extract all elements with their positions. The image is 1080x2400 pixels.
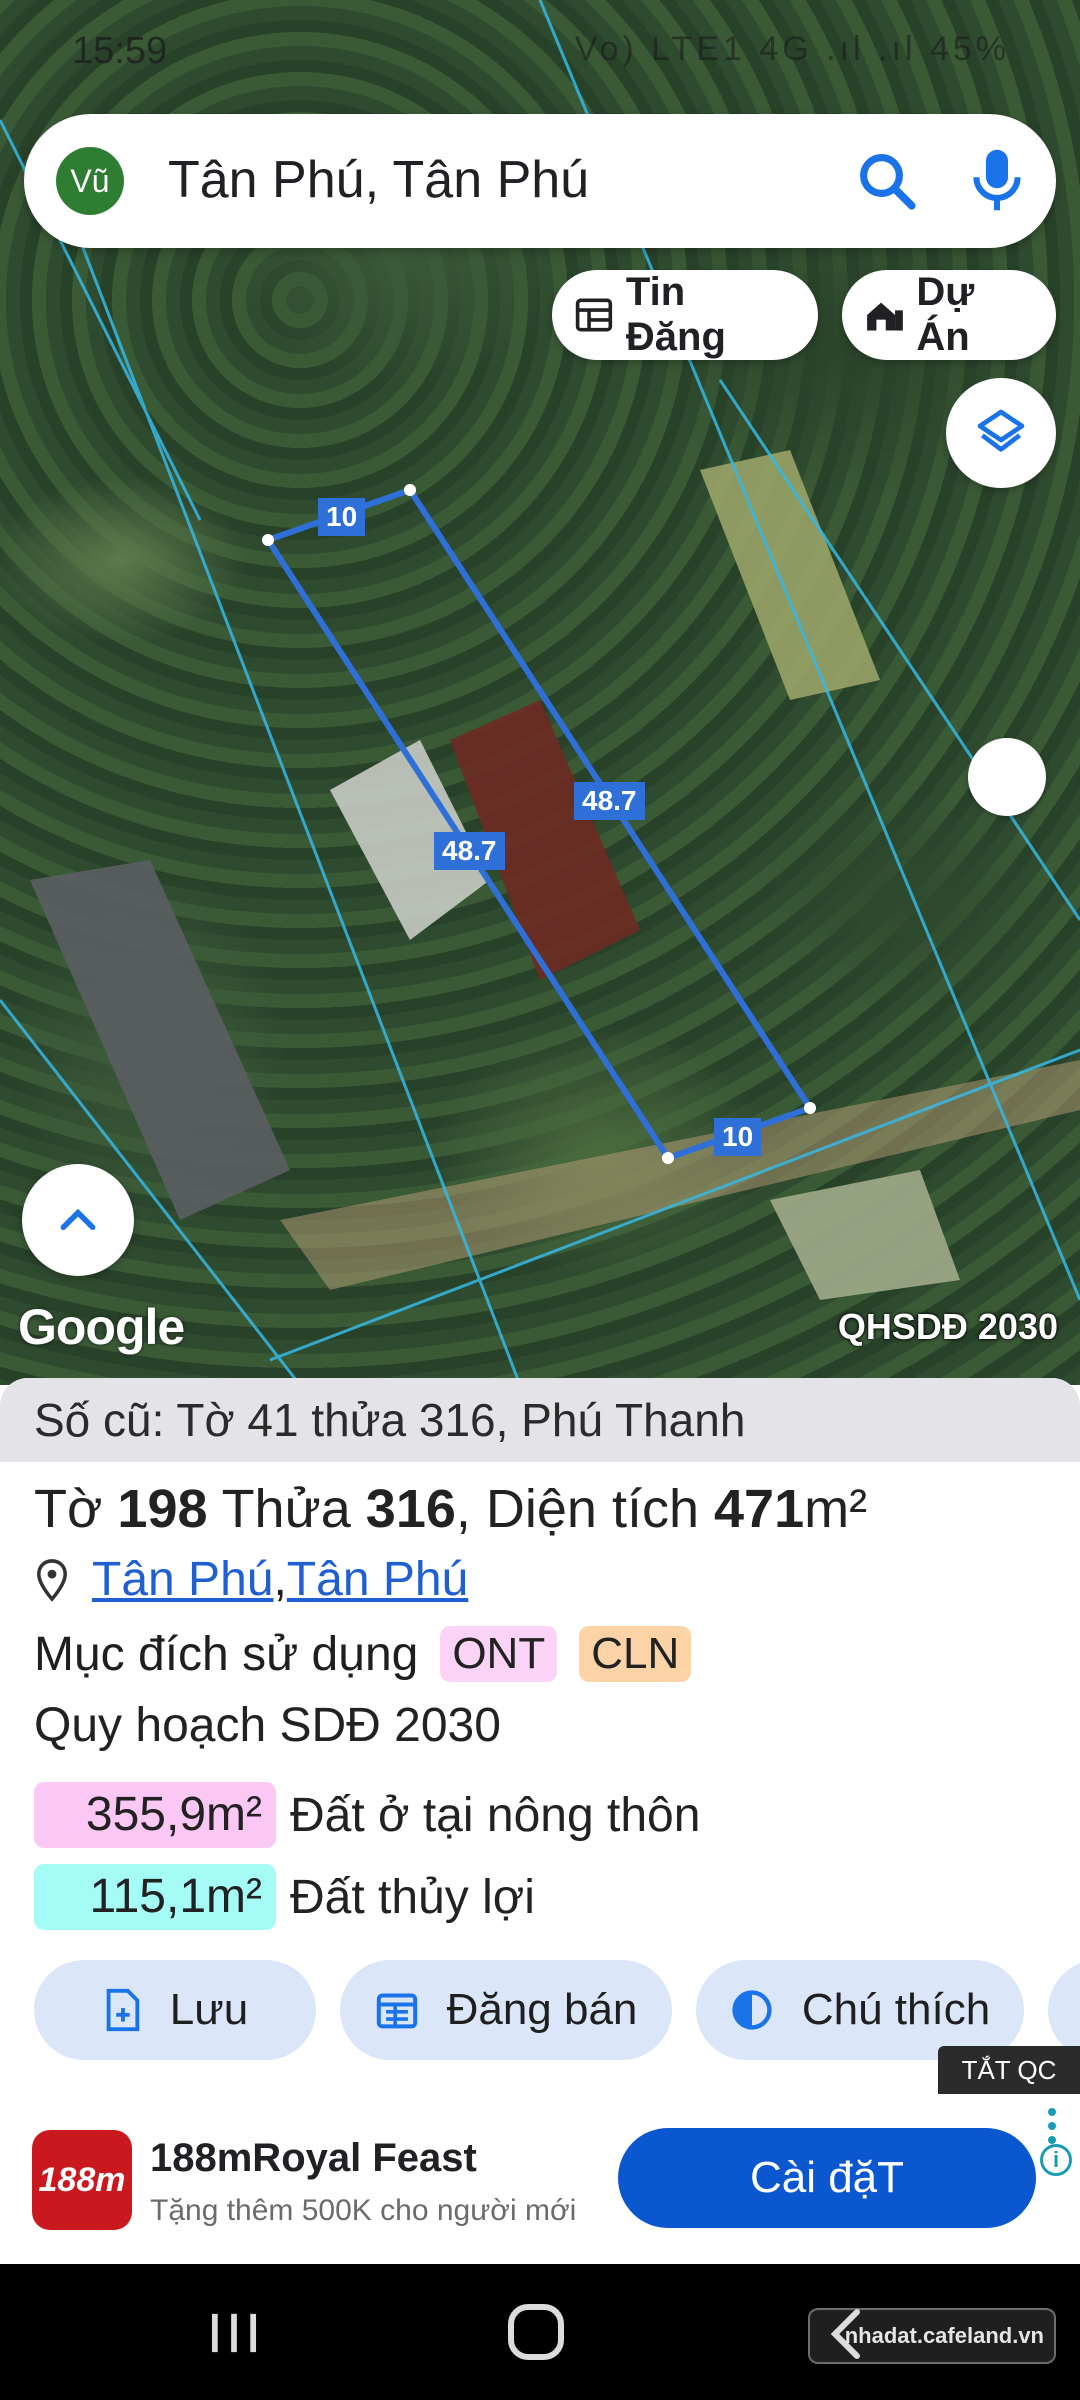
land-use-amount: 115,1m² [34,1864,276,1930]
dimension-label-right: 48.7 [574,782,645,820]
save-button[interactable]: Lưu [34,1960,316,2060]
parcel-summary: Tờ 198 Thửa 316, Diện tích 471m² [34,1478,867,1540]
ad-info-icon[interactable]: i [1040,2144,1072,2176]
to-label: Tờ [34,1479,103,1539]
du-an-label: Dự Án [916,270,975,359]
status-indicators: Vo) LTE1 4G .ıl .ıl 45% [574,30,1010,68]
map-side-handle[interactable] [968,738,1046,816]
purpose-tag-ont: ONT [440,1626,558,1682]
old-parcel-info: Số cũ: Tờ 41 thửa 316, Phú Thanh [0,1378,1080,1462]
to-number: 198 [117,1479,208,1539]
save-label: Lưu [169,1985,249,2034]
commune-link[interactable]: Tân Phú [92,1552,273,1607]
avatar[interactable]: Vũ [56,147,124,215]
dimension-label-bottom: 10 [714,1118,762,1156]
land-use-row: 355,9m² Đất ở tại nông thôn [34,1782,700,1848]
legend-label: Chú thích [801,1985,991,2034]
district-link[interactable]: Tân Phú [287,1552,468,1607]
land-use-label: Đất thủy lợi [290,1870,535,1924]
ad-title: 188mRoyal Feast [150,2136,477,2180]
land-purpose-line: Mục đích sử dụng ONT CLN [34,1626,692,1682]
status-bar: 15:59 Vo) LTE1 4G .ıl .ıl 45% [0,0,1080,100]
back-icon[interactable] [820,2306,870,2362]
chevron-up-icon [60,1208,96,1231]
hide-ads-button[interactable]: TẮT QC [938,2046,1080,2094]
plan-title: Quy hoạch SDĐ 2030 [34,1699,501,1752]
purpose-label: Mục đích sử dụng [34,1627,419,1681]
land-use-label: Đất ở tại nông thôn [290,1788,701,1842]
layers-button[interactable] [946,378,1056,488]
post-for-sale-button[interactable]: Đăng bán [340,1960,672,2060]
home-icon[interactable] [508,2304,564,2360]
ad-banner[interactable]: 188m 188mRoyal Feast Tặng thêm 500K cho … [0,2094,1080,2264]
tin-dang-chip[interactable]: Tin Đăng [552,270,818,360]
purpose-tag-cln: CLN [579,1626,692,1682]
roof-light [770,1170,960,1300]
area-value: 471 [714,1479,805,1539]
area-unit: m² [804,1479,868,1539]
more-action-button[interactable] [1048,1960,1080,2060]
location-line: Tân Phú, Tân Phú [34,1552,468,1607]
tin-dang-label: Tin Đăng [625,270,726,359]
location-separator: , [273,1553,287,1606]
legend-button[interactable]: Chú thích [696,1960,1024,2060]
status-time: 15:59 [72,30,168,72]
contrast-icon [732,1990,772,2030]
expand-up-button[interactable] [22,1164,134,1276]
ad-logo: 188m [32,2130,132,2230]
install-button[interactable]: Cài đặT [618,2128,1036,2228]
ad-subtitle: Tặng thêm 500K cho người mới [150,2194,577,2227]
satellite-map[interactable]: 10 48.7 48.7 10 15:59 Vo) LTE1 4G .ıl .ı… [0,0,1080,1385]
action-bar: Lưu Đăng bán Chú thích [34,1960,1080,2060]
recent-apps-icon[interactable] [206,2310,262,2356]
land-use-row: 115,1m² Đất thủy lợi [34,1864,535,1930]
search-icon[interactable] [854,148,920,214]
land-use-amount: 355,9m² [34,1782,276,1848]
system-nav-bar: nhadat.cafeland.vn [0,2264,1080,2400]
thua-label: Thửa [221,1479,351,1539]
location-pin-icon [37,1558,67,1602]
thua-number: 316 [365,1479,456,1539]
overlay-layer-label: QHSDĐ 2030 [837,1306,1058,1347]
du-an-chip[interactable]: Dự Án [842,270,1056,360]
parcel-info-sheet: Số cũ: Tờ 41 thửa 316, Phú Thanh Tờ 198 … [0,1378,1080,2094]
dimension-label-top: 10 [318,498,366,536]
area-label: , Diện tích [455,1479,699,1539]
layers-icon [977,409,1025,452]
mic-icon[interactable] [964,144,1030,216]
listing-table-icon [575,298,613,332]
dimension-label-left: 48.7 [434,832,505,870]
post-for-sale-label: Đăng bán [446,1985,638,2034]
calendar-icon [376,1993,417,2029]
search-query[interactable]: Tân Phú, Tân Phú [168,150,589,210]
google-logo: Google [18,1299,185,1355]
file-add-icon [106,1988,140,2032]
search-bar[interactable]: Vũ Tân Phú, Tân Phú [24,114,1056,248]
house-icon [867,302,903,331]
